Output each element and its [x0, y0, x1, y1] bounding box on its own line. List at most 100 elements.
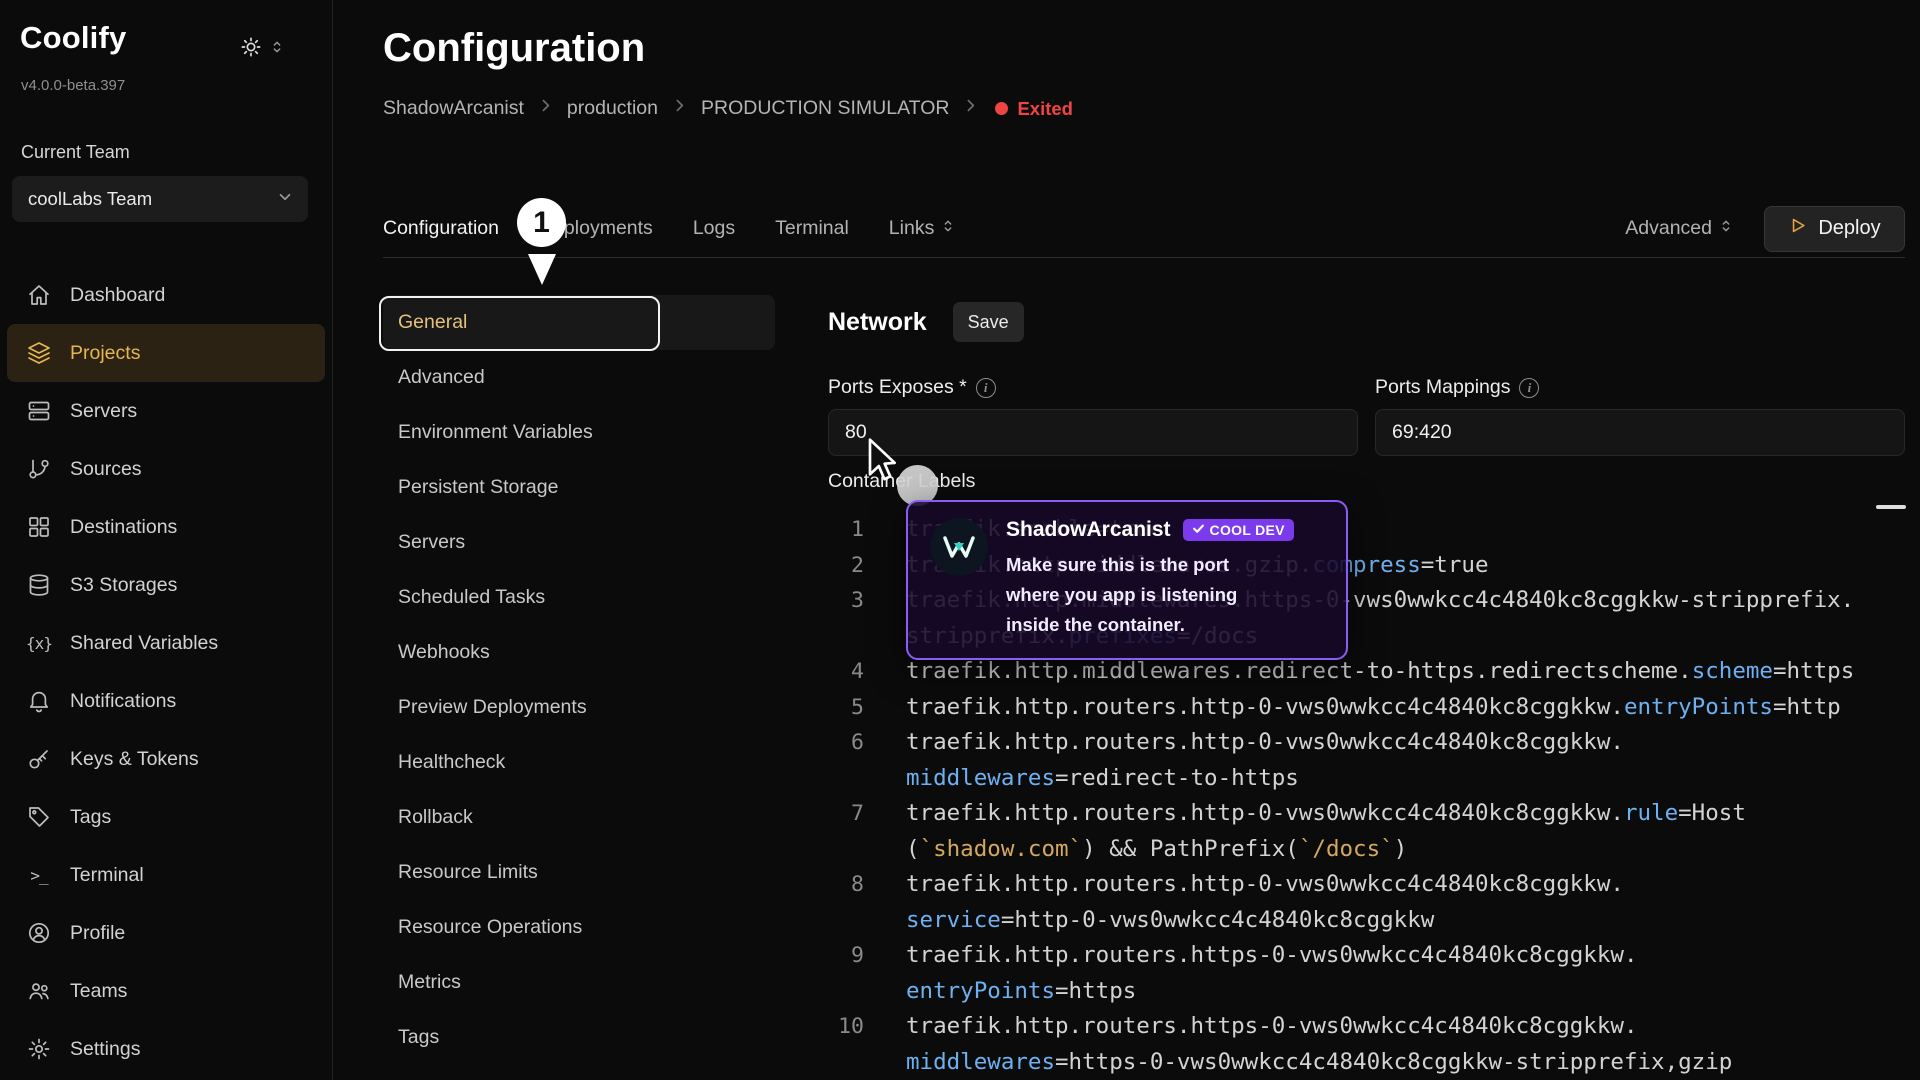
code-line[interactable]: 8traefik.http.routers.http-0-vws0wwkcc4c…: [828, 867, 1905, 903]
line-number: 8: [828, 867, 864, 903]
subnav-item-label: Servers: [398, 531, 465, 554]
code-line[interactable]: 6traefik.http.routers.http-0-vws0wwkcc4c…: [828, 725, 1905, 761]
advanced-menu[interactable]: Advanced: [1625, 217, 1734, 240]
tooltip-body: ShadowArcanist COOL DEV Make sure this i…: [1006, 518, 1294, 640]
tab-links[interactable]: Links: [889, 217, 957, 240]
subnav-item-tags[interactable]: Tags: [383, 1010, 775, 1065]
subnav-item-advanced[interactable]: Advanced: [383, 350, 775, 405]
sidebar-item-keys-tokens[interactable]: Keys & Tokens: [0, 730, 332, 788]
breadcrumb-project[interactable]: ShadowArcanist: [383, 97, 524, 120]
deploy-button[interactable]: Deploy: [1764, 206, 1905, 252]
line-number: 5: [828, 690, 864, 726]
avatar: [930, 518, 988, 576]
editor-scrollbar-thumb[interactable]: [1876, 505, 1906, 509]
code-line[interactable]: middlewares=https-0-vws0wwkcc4c4840kc8cg…: [828, 1045, 1905, 1080]
annotation-tooltip: ShadowArcanist COOL DEV Make sure this i…: [906, 500, 1348, 660]
sidebar-item-label: Projects: [70, 342, 140, 365]
sidebar-item-label: Notifications: [70, 690, 176, 713]
breadcrumb-resource[interactable]: PRODUCTION SIMULATOR: [701, 97, 949, 120]
subnav-item-preview-deployments[interactable]: Preview Deployments: [383, 680, 775, 735]
subnav-item-label: Healthcheck: [398, 751, 505, 774]
line-number: 9: [828, 938, 864, 974]
subnav-item-persistent-storage[interactable]: Persistent Storage: [383, 460, 775, 515]
tooltip-author-name: ShadowArcanist: [1006, 518, 1171, 542]
sidebar-item-label: Tags: [70, 806, 111, 829]
tab-terminal[interactable]: Terminal: [775, 217, 849, 240]
line-number: 4: [828, 654, 864, 690]
subnav-item-environment-variables[interactable]: Environment Variables: [383, 405, 775, 460]
ports-form: Ports Exposes * Ports Mappings: [828, 376, 1905, 456]
ports-exposes-input[interactable]: [828, 409, 1358, 456]
info-icon[interactable]: [976, 378, 996, 398]
subnav-item-webhooks[interactable]: Webhooks: [383, 625, 775, 680]
user-icon: [26, 920, 52, 946]
theme-toggle[interactable]: [240, 36, 285, 63]
sidebar-item-projects[interactable]: Projects: [7, 324, 325, 382]
save-button[interactable]: Save: [953, 302, 1024, 342]
play-icon: [1788, 216, 1807, 241]
subnav-item-metrics[interactable]: Metrics: [383, 955, 775, 1010]
code-line[interactable]: 5traefik.http.routers.http-0-vws0wwkcc4c…: [828, 690, 1905, 726]
sidebar-item-label: Sources: [70, 458, 142, 481]
ports-mappings-input[interactable]: [1375, 409, 1905, 456]
line-number: 1: [828, 512, 864, 548]
code-line[interactable]: entryPoints=https: [828, 974, 1905, 1010]
code-line[interactable]: middlewares=redirect-to-https: [828, 761, 1905, 797]
sidebar-item-servers[interactable]: Servers: [0, 382, 332, 440]
sidebar-item-tags[interactable]: Tags: [0, 788, 332, 846]
gear-icon: [26, 1036, 52, 1062]
code-text: middlewares=redirect-to-https: [906, 761, 1299, 797]
subnav-item-servers[interactable]: Servers: [383, 515, 775, 570]
sidebar-item-notifications[interactable]: Notifications: [0, 672, 332, 730]
code-line[interactable]: service=http-0-vws0wwkcc4c4840kc8cggkkw: [828, 903, 1905, 939]
sidebar-item-s3-storages[interactable]: S3 Storages: [0, 556, 332, 614]
info-icon[interactable]: [1519, 378, 1539, 398]
code-text: traefik.http.routers.https-0-vws0wwkcc4c…: [906, 1009, 1638, 1045]
breadcrumb: ShadowArcanist production PRODUCTION SIM…: [383, 97, 1073, 120]
team-selector-value: coolLabs Team: [28, 188, 152, 210]
code-text: entryPoints=https: [906, 974, 1136, 1010]
sidebar-item-profile[interactable]: Profile: [0, 904, 332, 962]
mouse-cursor-icon: [866, 437, 898, 490]
subnav-item-label: Environment Variables: [398, 421, 593, 444]
network-heading: Network: [828, 308, 927, 337]
sidebar-item-label: Shared Variables: [70, 632, 218, 655]
line-number: 7: [828, 796, 864, 832]
line-number: [828, 903, 864, 939]
subnav-item-resource-operations[interactable]: Resource Operations: [383, 900, 775, 955]
braces-x-icon: {x}: [26, 630, 52, 656]
sidebar-item-dashboard[interactable]: Dashboard: [0, 266, 332, 324]
subnav-item-label: Tags: [398, 1026, 439, 1049]
chevron-down-icon: [276, 188, 294, 211]
subnav-item-rollback[interactable]: Rollback: [383, 790, 775, 845]
ports-exposes-field: Ports Exposes *: [828, 376, 1358, 456]
team-selector[interactable]: coolLabs Team: [12, 176, 308, 222]
config-subnav: GeneralAdvanced Environment Variables Pers…: [383, 295, 775, 1065]
sidebar-nav: Dashboard Projects Servers Sources Destinati…: [0, 266, 332, 1078]
annotation-step-badge: 1: [517, 198, 566, 247]
code-line[interactable]: 10traefik.http.routers.https-0-vws0wwkcc…: [828, 1009, 1905, 1045]
sidebar-item-teams[interactable]: Teams: [0, 962, 332, 1020]
tab-configuration[interactable]: Configuration: [383, 217, 499, 240]
chevron-right-icon: [537, 97, 554, 120]
subnav-item-general[interactable]: General: [383, 295, 775, 350]
sidebar-item-terminal[interactable]: >_Terminal: [0, 846, 332, 904]
sidebar-item-label: Destinations: [70, 516, 177, 539]
subnav-item-label: Webhooks: [398, 641, 490, 664]
sidebar-item-shared-variables[interactable]: {x} Shared Variables: [0, 614, 332, 672]
subnav-item-healthcheck[interactable]: Healthcheck: [383, 735, 775, 790]
ports-mappings-label: Ports Mappings: [1375, 376, 1905, 399]
subnav-item-scheduled-tasks[interactable]: Scheduled Tasks: [383, 570, 775, 625]
sidebar-item-sources[interactable]: Sources: [0, 440, 332, 498]
sidebar-item-destinations[interactable]: Destinations: [0, 498, 332, 556]
sidebar-item-settings[interactable]: Settings: [0, 1020, 332, 1078]
chevron-right-icon: [671, 97, 688, 120]
breadcrumb-environment[interactable]: production: [567, 97, 658, 120]
subnav-item-label: Scheduled Tasks: [398, 586, 545, 609]
code-line[interactable]: (`shadow.com`) && PathPrefix(`/docs`): [828, 832, 1905, 868]
subnav-item-resource-limits[interactable]: Resource Limits: [383, 845, 775, 900]
tab-logs[interactable]: Logs: [693, 217, 735, 240]
code-line[interactable]: 7traefik.http.routers.http-0-vws0wwkcc4c…: [828, 796, 1905, 832]
code-line[interactable]: 9traefik.http.routers.https-0-vws0wwkcc4…: [828, 938, 1905, 974]
layers-icon: [26, 340, 52, 366]
